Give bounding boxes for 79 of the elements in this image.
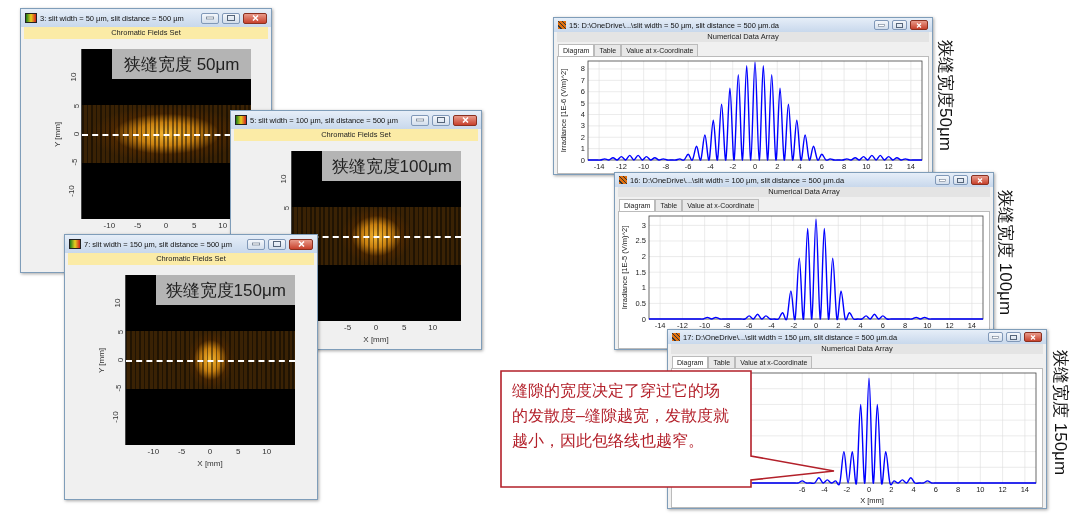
maximize-button[interactable] — [268, 238, 286, 250]
tick-label: 5 — [115, 329, 125, 334]
minimize-icon — [416, 118, 424, 122]
close-icon — [977, 177, 983, 183]
minimize-icon — [252, 242, 260, 246]
axis-label: Y [mm] — [97, 347, 107, 373]
minimize-icon — [939, 178, 946, 182]
maximize-button[interactable] — [222, 12, 240, 24]
tick-label: 0 — [373, 323, 379, 332]
close-icon — [1030, 334, 1036, 340]
close-button[interactable] — [453, 114, 477, 126]
app-icon — [558, 21, 566, 29]
maximize-icon — [1010, 334, 1017, 340]
side-caption: 狭缝宽度 150μm — [1050, 350, 1071, 476]
image-caption: 狭缝宽度100μm — [322, 151, 461, 181]
close-button[interactable] — [971, 175, 989, 185]
tick-label: 0 — [163, 221, 169, 230]
tick-label: -5 — [134, 221, 142, 230]
tick-label: -10 — [147, 447, 160, 456]
tick-label: 5 — [192, 221, 197, 230]
minimize-button[interactable] — [988, 332, 1003, 342]
tick-label: -10 — [67, 184, 77, 197]
close-icon — [251, 15, 259, 21]
tick-label: 5 — [71, 103, 81, 108]
tick-label: 10 — [428, 323, 438, 332]
minimize-button[interactable] — [247, 238, 265, 250]
tick-label: -5 — [113, 384, 123, 392]
callout-text: 缝隙的宽度决定了穿过它的场的发散度–缝隙越宽，发散度就越小，因此包络线也越窄。 — [512, 381, 730, 451]
tick-label: -5 — [69, 158, 79, 166]
axis-label: X [mm] — [197, 459, 223, 468]
tick-label: 10 — [113, 298, 123, 308]
axis-label: Y [mm] — [53, 121, 63, 147]
app-icon — [619, 176, 627, 184]
maximize-icon — [437, 117, 445, 123]
close-icon — [916, 22, 922, 28]
tick-label: -5 — [178, 447, 186, 456]
maximize-icon — [273, 241, 281, 247]
tick-label: 5 — [402, 323, 407, 332]
minimize-button[interactable] — [935, 175, 950, 185]
maximize-icon — [227, 15, 235, 21]
tick-label: 5 — [236, 447, 241, 456]
tick-label: 10 — [279, 174, 289, 184]
close-button[interactable] — [910, 20, 928, 30]
tick-label: -5 — [344, 323, 352, 332]
image-caption: 狭缝宽度 50μm — [112, 49, 251, 79]
close-icon — [297, 241, 305, 247]
tick-label: 10 — [262, 447, 272, 456]
tick-label: 10 — [69, 72, 79, 82]
tick-label: 0 — [115, 357, 125, 363]
minimize-icon — [992, 335, 999, 339]
tick-label: 5 — [281, 205, 291, 210]
side-caption: 狭缝宽度50μm — [935, 40, 956, 151]
close-button[interactable] — [243, 12, 267, 24]
minimize-button[interactable] — [411, 114, 429, 126]
minimize-icon — [206, 16, 214, 20]
app-icon — [235, 115, 247, 125]
minimize-button[interactable] — [874, 20, 889, 30]
tick-label: -10 — [103, 221, 116, 230]
close-icon — [461, 117, 469, 123]
app-icon — [672, 333, 680, 341]
maximize-button[interactable] — [1006, 332, 1021, 342]
maximize-button[interactable] — [953, 175, 968, 185]
side-caption: 狭缝宽度 100μm — [995, 190, 1016, 316]
maximize-icon — [896, 22, 903, 28]
maximize-button[interactable] — [432, 114, 450, 126]
image-caption: 狭缝宽度150μm — [156, 275, 295, 305]
maximize-icon — [957, 177, 964, 183]
minimize-icon — [878, 23, 885, 27]
tick-label: 0 — [71, 131, 81, 137]
close-button[interactable] — [289, 238, 313, 250]
maximize-button[interactable] — [892, 20, 907, 30]
app-icon — [69, 239, 81, 249]
tick-label: 10 — [218, 221, 228, 230]
tick-label: -10 — [111, 410, 121, 423]
close-button[interactable] — [1024, 332, 1042, 342]
app-icon — [25, 13, 37, 23]
minimize-button[interactable] — [201, 12, 219, 24]
axis-label: X [mm] — [363, 335, 389, 344]
tick-label: 0 — [207, 447, 213, 456]
